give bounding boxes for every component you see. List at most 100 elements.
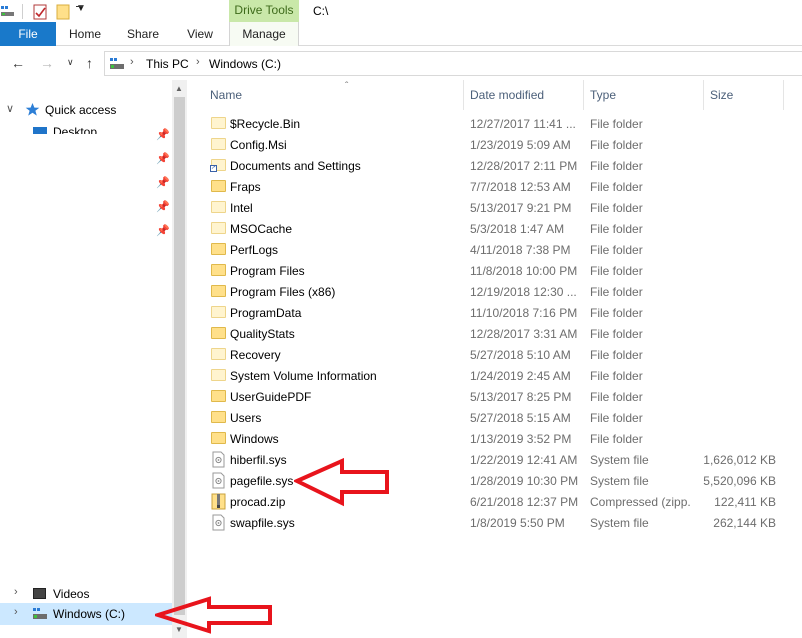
file-date-modified: 12/28/2017 2:11 PM (470, 159, 578, 173)
table-row[interactable]: Recovery 5/27/2018 5:10 AM File folder (204, 344, 784, 365)
table-row[interactable]: swapfile.sys 1/8/2019 5:50 PM System file 2… (204, 512, 784, 533)
file-date-modified: 1/23/2019 5:09 AM (470, 138, 571, 152)
breadcrumb-separator-icon[interactable]: › (130, 56, 134, 68)
file-size: 122,411 KB (714, 495, 776, 509)
breadcrumb-separator-icon[interactable]: › (196, 56, 200, 68)
file-name: swapfile.sys (230, 516, 295, 530)
breadcrumb-this-pc[interactable]: This PC (146, 57, 189, 71)
file-type: File folder (590, 243, 643, 257)
folder-light-icon (211, 138, 226, 150)
red-arrow-annotation-windows-c (155, 596, 272, 634)
file-date-modified: 1/13/2019 3:52 PM (470, 432, 572, 446)
column-header-name[interactable]: Name ˆ (204, 80, 464, 110)
file-type: File folder (590, 138, 643, 152)
file-type: File folder (590, 159, 643, 173)
file-date-modified: 12/19/2018 12:30 ... (470, 285, 577, 299)
red-arrow-annotation-pagefile (294, 458, 389, 507)
file-date-modified: 7/7/2018 12:53 AM (470, 180, 571, 194)
folder-icon (211, 327, 226, 339)
table-row[interactable]: Windows 1/13/2019 3:52 PM File folder (204, 428, 784, 449)
nav-item-desktop[interactable]: Desktop (0, 124, 172, 134)
table-row[interactable]: ↗ Documents and Settings 12/28/2017 2:11 P… (204, 155, 784, 176)
file-date-modified: 1/8/2019 5:50 PM (470, 516, 565, 530)
file-name: PerfLogs (230, 243, 279, 257)
folder-icon (211, 264, 226, 276)
nav-item-videos[interactable]: › Videos (0, 587, 172, 601)
scroll-up-icon[interactable]: ▲ (175, 84, 183, 93)
table-row[interactable]: UserGuidePDF 5/13/2017 8:25 PM File folder (204, 386, 784, 407)
file-name: UserGuidePDF (230, 390, 312, 404)
file-name: MSOCache (230, 222, 293, 236)
file-type: File folder (590, 117, 643, 131)
sort-ascending-icon: ˆ (345, 81, 349, 92)
file-type: System file (590, 516, 649, 530)
tab-manage[interactable]: Manage (229, 22, 299, 46)
tab-view[interactable]: View (174, 22, 226, 46)
scrollbar-thumb[interactable] (174, 97, 185, 615)
table-row[interactable]: System Volume Information 1/24/2019 2:45 … (204, 365, 784, 386)
nav-label: Windows (C:) (53, 607, 126, 621)
table-row[interactable]: $Recycle.Bin 12/27/2017 11:41 ... File fol… (204, 113, 784, 134)
expand-chevron-icon[interactable]: › (14, 606, 18, 618)
table-row[interactable]: MSOCache 5/3/2018 1:47 AM File folder (204, 218, 784, 239)
back-arrow-icon[interactable]: ← (11, 55, 25, 71)
address-bar[interactable]: › This PC › Windows (C:) (104, 51, 802, 76)
tab-home[interactable]: Home (58, 22, 112, 46)
column-header-type[interactable]: Type (584, 80, 704, 110)
recent-locations-chevron-icon[interactable]: ∨ (67, 57, 74, 68)
table-row[interactable]: Program Files (x86) 12/19/2018 12:30 ... F… (204, 281, 784, 302)
file-date-modified: 5/13/2017 9:21 PM (470, 201, 572, 215)
nav-label: Videos (53, 587, 90, 601)
file-list: Name ˆ Date modified Type Size $Recycle.… (187, 80, 802, 638)
new-folder-icon[interactable] (56, 4, 70, 20)
file-size: 1,626,012 KB (703, 453, 776, 467)
file-date-modified: 11/10/2018 7:16 PM (470, 306, 578, 320)
this-pc-icon (110, 58, 124, 69)
navigation-scrollbar[interactable]: ▲ ▼ (172, 80, 187, 638)
file-name: Recovery (230, 348, 281, 362)
forward-arrow-icon[interactable]: → (40, 55, 54, 71)
file-name: pagefile.sys (230, 474, 294, 488)
table-row[interactable]: Users 5/27/2018 5:15 AM File folder (204, 407, 784, 428)
column-header-size[interactable]: Size (704, 80, 784, 110)
table-row[interactable]: Program Files 11/8/2018 10:00 PM File fold… (204, 260, 784, 281)
up-arrow-icon[interactable]: ↑ (86, 55, 93, 71)
tab-file[interactable]: File (0, 22, 56, 46)
breadcrumb-windows-c[interactable]: Windows (C:) (209, 57, 281, 71)
file-date-modified: 1/24/2019 2:45 AM (470, 369, 571, 383)
navigation-bar: ← → ∨ ↑ › This PC › Windows (C:) (0, 47, 802, 80)
table-row[interactable]: QualityStats 12/28/2017 3:31 AM File folde… (204, 323, 784, 344)
table-row[interactable]: PerfLogs 4/11/2018 7:38 PM File folder (204, 239, 784, 260)
collapse-chevron-icon[interactable]: ∨ (6, 102, 14, 115)
file-name: Documents and Settings (230, 159, 361, 173)
file-type: File folder (590, 222, 643, 236)
nav-label: Desktop (53, 125, 98, 134)
table-row[interactable]: Fraps 7/7/2018 12:53 AM File folder (204, 176, 784, 197)
file-type: File folder (590, 390, 643, 404)
customize-toolbar-icon[interactable]: ▼ (76, 3, 86, 14)
toolbar-divider (22, 4, 23, 19)
folder-icon (211, 432, 226, 444)
file-type: File folder (590, 348, 643, 362)
pin-icon: 📌 (156, 129, 170, 141)
table-row[interactable]: hiberfil.sys 1/22/2019 12:41 AM System fil… (204, 449, 784, 470)
file-name: hiberfil.sys (230, 453, 287, 467)
expand-chevron-icon[interactable]: › (14, 587, 18, 598)
table-row[interactable]: ProgramData 11/10/2018 7:16 PM File folder (204, 302, 784, 323)
nav-item-videos-clip: › Videos (0, 587, 172, 601)
folder-light-icon (211, 369, 226, 381)
table-row[interactable]: Config.Msi 1/23/2019 5:09 AM File folder (204, 134, 784, 155)
file-type: File folder (590, 327, 643, 341)
tab-share[interactable]: Share (116, 22, 170, 46)
file-type: File folder (590, 432, 643, 446)
zip-file-icon (211, 493, 226, 510)
table-row[interactable]: Intel 5/13/2017 9:21 PM File folder (204, 197, 784, 218)
table-row[interactable]: pagefile.sys 1/28/2019 10:30 PM System fil… (204, 470, 784, 491)
nav-item-windows-c[interactable]: › Windows (C:) (0, 603, 172, 625)
file-type: File folder (590, 285, 643, 299)
system-file-icon (212, 451, 225, 468)
properties-icon[interactable] (32, 4, 48, 20)
column-header-date[interactable]: Date modified (464, 80, 584, 110)
table-row[interactable]: procad.zip 6/21/2018 12:37 PM Compressed (… (204, 491, 784, 512)
nav-item-quick-access[interactable]: ∨ Quick access (0, 99, 172, 121)
